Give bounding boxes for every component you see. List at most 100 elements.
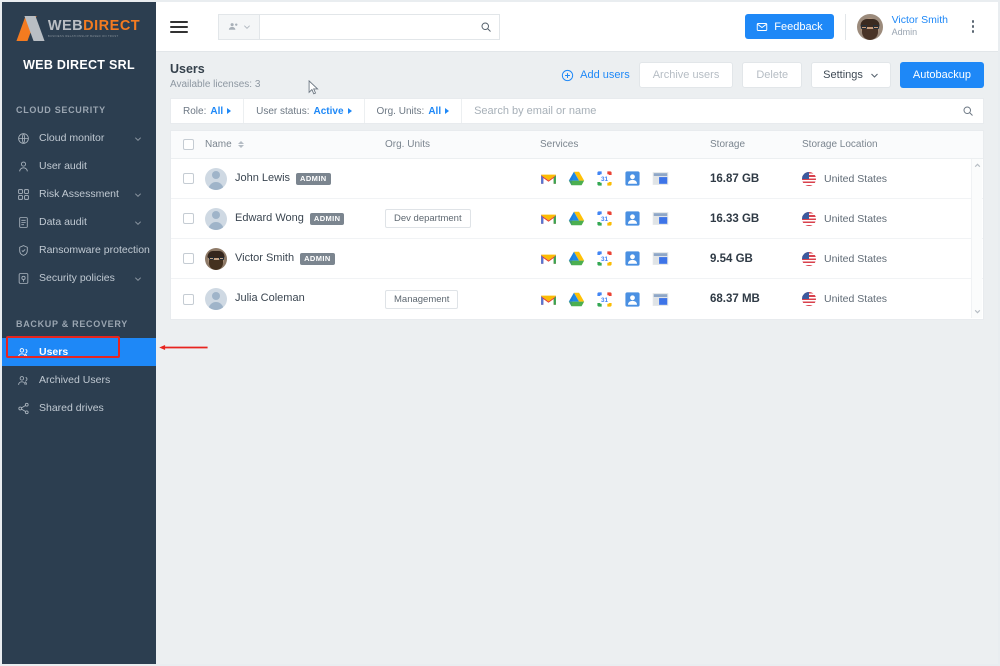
row-checkbox[interactable] [182, 253, 194, 264]
filter-org-units[interactable]: Org. Units: All [365, 99, 463, 123]
feedback-button[interactable]: Feedback [745, 14, 834, 39]
archive-users-button[interactable]: Archive users [638, 62, 734, 88]
policy-icon [16, 271, 30, 285]
calendar-icon[interactable]: 31 [596, 250, 613, 267]
person-icon [16, 159, 30, 173]
contacts-icon[interactable] [624, 250, 641, 267]
storage-cell: 9.54 GB [710, 253, 802, 265]
sidebar-label: Shared drives [39, 402, 104, 414]
search-icon[interactable] [473, 15, 499, 39]
column-header-name[interactable]: Name [205, 139, 385, 150]
sites-icon[interactable] [652, 250, 669, 267]
sidebar-item-ransomware-protection[interactable]: Ransomware protection [2, 236, 156, 264]
svg-text:31: 31 [601, 176, 609, 183]
calendar-icon[interactable]: 31 [596, 170, 613, 187]
avatar [205, 288, 227, 310]
gmail-icon[interactable] [540, 170, 557, 187]
drive-icon[interactable] [568, 250, 585, 267]
sidebar-item-security-policies[interactable]: Security policies [2, 264, 156, 292]
row-checkbox[interactable] [182, 213, 194, 224]
sidebar-label: Ransomware protection [39, 244, 150, 256]
hamburger-icon[interactable] [170, 18, 188, 36]
gmail-icon[interactable] [540, 210, 557, 227]
services-cell: 31 [540, 210, 710, 227]
scroll-down-icon [974, 309, 981, 314]
users-icon [16, 373, 30, 387]
filter-role-label: Role: [183, 105, 207, 117]
chevron-right-icon [445, 108, 450, 114]
table-row[interactable]: Victor Smith ADMIN 31 9.54 GB United States [171, 239, 983, 279]
contacts-icon[interactable] [624, 170, 641, 187]
chevron-down-icon [134, 274, 142, 282]
add-users-button[interactable]: Add users [561, 69, 630, 82]
storage-location-cell: United States [802, 251, 983, 266]
contacts-icon[interactable] [624, 210, 641, 227]
org-unit-pill: Dev department [385, 209, 471, 228]
sidebar-section-cloud-security: CLOUD SECURITY [16, 105, 106, 115]
kebab-menu-icon[interactable] [962, 20, 984, 33]
page-header: Users Available licenses: 3 Add users Ar… [156, 52, 998, 98]
filter-bar: Role: All User status: Active Org. Units… [170, 98, 984, 124]
application-window: WEBDIRECT BUSINESS RELATIONSHIP BASED ON… [2, 2, 998, 664]
settings-button[interactable]: Settings [811, 62, 891, 88]
search-scope-selector[interactable] [219, 14, 260, 39]
storage-location-value: United States [824, 293, 888, 305]
table-row[interactable]: Julia Coleman Management 31 68.37 MB United … [171, 279, 983, 319]
page-actions: Add users Archive users Delete Settings … [561, 62, 984, 88]
sites-icon[interactable] [652, 210, 669, 227]
divider [844, 13, 846, 40]
filter-search-input[interactable] [462, 99, 953, 123]
autobackup-button[interactable]: Autobackup [899, 62, 984, 88]
calendar-icon[interactable]: 31 [596, 210, 613, 227]
filter-role[interactable]: Role: All [171, 99, 245, 123]
user-info[interactable]: Victor Smith Admin [892, 14, 948, 38]
storage-value: 9.54 GB [710, 252, 753, 265]
contacts-icon[interactable] [624, 291, 641, 308]
row-checkbox[interactable] [182, 293, 194, 305]
svg-text:31: 31 [601, 216, 609, 223]
sidebar-item-user-audit[interactable]: User audit [2, 152, 156, 180]
filter-user-status[interactable]: User status: Active [244, 99, 365, 123]
search-icon[interactable] [953, 99, 983, 123]
search-input[interactable] [260, 14, 473, 39]
users-icon [16, 345, 30, 359]
select-all-checkbox[interactable] [182, 139, 194, 150]
sidebar-item-archived-users[interactable]: Archived Users [2, 366, 156, 394]
drive-icon[interactable] [568, 210, 585, 227]
sidebar-item-data-audit[interactable]: Data audit [2, 208, 156, 236]
sidebar-item-cloud-monitor[interactable]: Cloud monitor [2, 124, 156, 152]
sidebar-section-backup-recovery: BACKUP & RECOVERY [2, 310, 156, 338]
sidebar-label: Cloud monitor [39, 132, 105, 144]
table-header-row: Name Org. Units Services Storage Storage… [171, 131, 983, 159]
drive-icon[interactable] [568, 170, 585, 187]
column-header-storage: Storage [710, 139, 746, 150]
sidebar-item-shared-drives[interactable]: Shared drives [2, 394, 156, 422]
chevron-down-icon [134, 134, 142, 142]
svg-text:31: 31 [601, 296, 609, 303]
user-name: Julia Coleman [235, 292, 305, 305]
table-row[interactable]: John Lewis ADMIN 31 16.87 GB United States [171, 159, 983, 199]
sidebar-item-risk-assessment[interactable]: Risk Assessment [2, 180, 156, 208]
table-row[interactable]: Edward Wong ADMIN Dev department 31 16.33 GB… [171, 199, 983, 239]
gmail-icon[interactable] [540, 291, 557, 308]
avatar[interactable] [856, 13, 883, 40]
page-title: Users [170, 61, 205, 76]
storage-location-value: United States [824, 252, 888, 265]
sites-icon[interactable] [652, 170, 669, 187]
drive-icon[interactable] [568, 291, 585, 308]
row-checkbox[interactable] [182, 173, 194, 184]
table-scrollbar[interactable] [971, 159, 982, 318]
sidebar-label: Risk Assessment [39, 188, 119, 200]
calendar-icon[interactable]: 31 [596, 291, 613, 308]
shield-icon [16, 243, 30, 257]
chevron-down-icon [870, 73, 878, 78]
sites-icon[interactable] [652, 291, 669, 308]
user-name: Edward Wong [235, 211, 304, 224]
row-select-cell [171, 213, 205, 224]
delete-button[interactable]: Delete [742, 62, 803, 88]
sidebar-item-users[interactable]: Users [2, 338, 156, 366]
gmail-icon[interactable] [540, 250, 557, 267]
sort-icon[interactable] [237, 141, 244, 148]
mouse-cursor-icon [308, 80, 319, 95]
column-label: Name [205, 139, 232, 150]
